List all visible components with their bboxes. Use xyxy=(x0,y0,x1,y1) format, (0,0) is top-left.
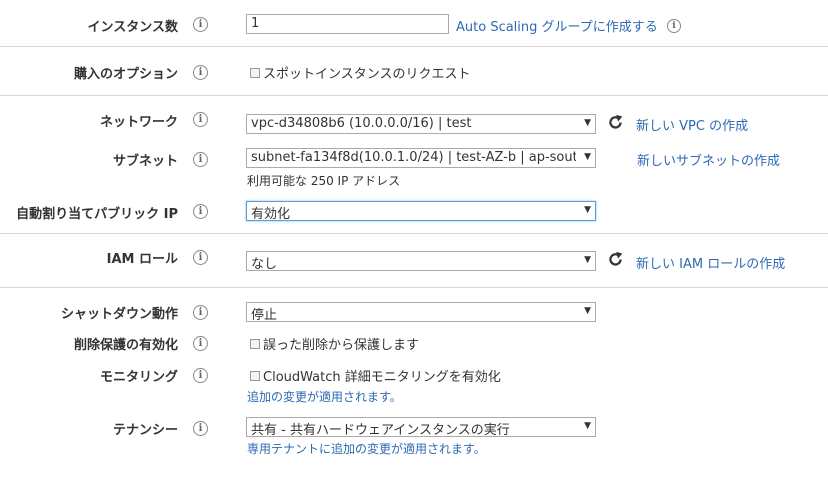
refresh-icon[interactable] xyxy=(607,114,624,131)
subnet-select-value: subnet-fa134f8d(10.0.1.0/24) | test-AZ-b… xyxy=(251,150,576,165)
monitoring-label: モニタリング xyxy=(99,370,178,385)
purchase-option-label: 購入のオプション xyxy=(73,67,178,82)
shutdown-label: シャットダウン動作 xyxy=(60,307,178,322)
public-ip-select[interactable]: 有効化 ▼ xyxy=(246,201,596,221)
termination-protection-text: 誤った削除から保護します xyxy=(263,338,420,353)
spot-request-label: スポットインスタンスのリクエスト xyxy=(263,67,471,82)
chevron-down-icon: ▼ xyxy=(584,255,591,265)
instance-count-input[interactable]: 1 xyxy=(246,14,449,34)
network-select[interactable]: vpc-d34808b6 (10.0.0.0/16) | test ▼ xyxy=(246,114,596,134)
chevron-down-icon: ▼ xyxy=(584,421,591,431)
available-ip-text: 利用可能な 250 IP アドレス xyxy=(247,174,401,188)
info-icon[interactable]: i xyxy=(193,421,208,436)
checkbox-box[interactable] xyxy=(250,67,260,78)
termination-protection-label: 削除保護の有効化 xyxy=(73,338,178,353)
subnet-label: サブネット xyxy=(112,154,178,169)
public-ip-label: 自動割り当てパブリック IP xyxy=(16,207,178,222)
create-subnet-link[interactable]: 新しいサブネットの作成 xyxy=(637,150,780,169)
iam-role-label: IAM ロール xyxy=(106,252,178,267)
subnet-select[interactable]: subnet-fa134f8d(10.0.1.0/24) | test-AZ-b… xyxy=(246,148,596,168)
tenancy-select-value: 共有 - 共有ハードウェアインスタンスの実行 xyxy=(251,423,510,437)
section-divider xyxy=(0,95,828,96)
info-icon[interactable]: i xyxy=(193,17,208,32)
public-ip-select-value: 有効化 xyxy=(251,207,291,221)
info-icon[interactable]: i xyxy=(193,250,208,265)
create-vpc-link[interactable]: 新しい VPC の作成 xyxy=(636,115,748,134)
section-divider xyxy=(0,46,828,47)
shutdown-select[interactable]: 停止 ▼ xyxy=(246,302,596,322)
refresh-icon[interactable] xyxy=(607,251,624,268)
info-icon[interactable]: i xyxy=(193,152,208,167)
tenancy-label: テナンシー xyxy=(112,423,178,438)
info-icon[interactable]: i xyxy=(193,305,208,320)
section-divider xyxy=(0,233,828,234)
tenancy-charge-note: 専用テナントに追加の変更が適用されます。 xyxy=(247,442,486,456)
termination-protection-checkbox[interactable]: 誤った削除から保護します xyxy=(250,334,419,353)
network-label: ネットワーク xyxy=(99,115,178,130)
info-icon[interactable]: i xyxy=(193,336,208,351)
spot-request-checkbox[interactable]: スポットインスタンスのリクエスト xyxy=(250,63,470,82)
iam-role-select-value: なし xyxy=(251,257,278,271)
network-select-value: vpc-d34808b6 (10.0.0.0/16) | test xyxy=(251,116,472,131)
checkbox-box[interactable] xyxy=(250,370,260,381)
tenancy-select[interactable]: 共有 - 共有ハードウェアインスタンスの実行 ▼ xyxy=(246,417,596,437)
create-asg-link[interactable]: Auto Scaling グループに作成する xyxy=(456,16,658,35)
section-divider xyxy=(0,287,828,288)
chevron-down-icon: ▼ xyxy=(584,118,591,128)
instance-count-label: インスタンス数 xyxy=(87,20,178,35)
chevron-down-icon: ▼ xyxy=(584,306,591,316)
monitoring-checkbox[interactable]: CloudWatch 詳細モニタリングを有効化 xyxy=(250,366,501,385)
info-icon[interactable]: i xyxy=(193,204,208,219)
checkbox-box[interactable] xyxy=(250,338,260,349)
chevron-down-icon: ▼ xyxy=(584,152,591,162)
iam-role-select[interactable]: なし ▼ xyxy=(246,251,596,271)
chevron-down-icon: ▼ xyxy=(584,205,591,215)
info-icon[interactable]: i xyxy=(193,368,208,383)
info-icon[interactable]: i xyxy=(193,112,208,127)
asg-info-icon[interactable]: i xyxy=(667,19,681,33)
monitoring-text: CloudWatch 詳細モニタリングを有効化 xyxy=(263,370,501,385)
create-iam-role-link[interactable]: 新しい IAM ロールの作成 xyxy=(636,253,785,272)
info-icon[interactable]: i xyxy=(193,65,208,80)
monitoring-charge-note: 追加の変更が適用されます。 xyxy=(247,390,402,404)
shutdown-select-value: 停止 xyxy=(251,308,278,322)
